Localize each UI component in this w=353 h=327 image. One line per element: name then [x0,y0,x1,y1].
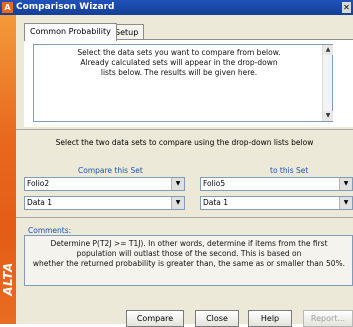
compare-folio-value: Folio2 [27,179,50,188]
instructions-box: Select the data sets you want to compare… [33,44,333,122]
chevron-down-icon[interactable]: ▼ [171,197,184,209]
instruction-line: Select the data sets you want to compare… [77,48,281,57]
brand-sidebar: ALTA PRO [0,15,31,324]
compare-prompt: Select the two data sets to compare usin… [55,138,314,147]
main-panel: Common Probability Setup Select the data… [16,15,353,327]
to-data-value: Data 1 [203,198,229,207]
to-data-select[interactable]: Data 1 ▼ [200,196,353,210]
chevron-down-icon[interactable]: ▼ [171,178,184,190]
report-button[interactable]: Report... [303,310,353,327]
brand-logo: ALTA PRO [1,262,31,296]
compare-button[interactable]: Compare [126,310,184,327]
comment-line: population will outlast those of the sec… [76,249,302,258]
compare-data-select[interactable]: Data 1 ▼ [24,196,185,210]
close-icon[interactable]: ✕ [342,2,351,13]
app-icon: A [2,2,13,13]
instructions-text: Select the data sets you want to compare… [38,48,320,78]
comments-text: Determine P(T2J >= T1J). In other words,… [29,239,349,269]
compare-folio-select[interactable]: Folio2 ▼ [24,177,185,191]
to-folio-select[interactable]: Folio5 ▼ [200,177,353,191]
compare-set-heading: Compare this Set [78,166,143,175]
instructions-scrollbar[interactable]: ▲ ▼ [322,45,333,121]
arrow-up-icon[interactable]: ▲ [323,45,333,55]
comment-line: Determine P(T2J >= T1J). In other words,… [50,239,328,248]
divider [16,217,353,218]
comments-label: Comments: [28,226,72,235]
help-button[interactable]: Help [248,310,292,327]
tab-common-probability[interactable]: Common Probability [24,23,117,41]
chevron-down-icon[interactable]: ▼ [339,197,352,209]
window-title: Comparison Wizard [16,2,115,12]
to-folio-value: Folio5 [203,179,226,188]
compare-data-value: Data 1 [27,198,53,207]
instruction-line: Already calculated sets will appear in t… [80,58,278,67]
instruction-line: lists below. The results will be given h… [100,68,258,77]
close-button[interactable]: Close [195,310,239,327]
divider [16,129,353,130]
chevron-down-icon[interactable]: ▼ [339,178,352,190]
to-set-heading: to this Set [270,166,309,175]
title-bar: A Comparison Wizard ✕ [0,0,353,15]
comment-line: whether the returned probability is grea… [32,259,346,268]
comments-box: Determine P(T2J >= T1J). In other words,… [24,235,353,286]
arrow-down-icon[interactable]: ▼ [323,111,333,121]
